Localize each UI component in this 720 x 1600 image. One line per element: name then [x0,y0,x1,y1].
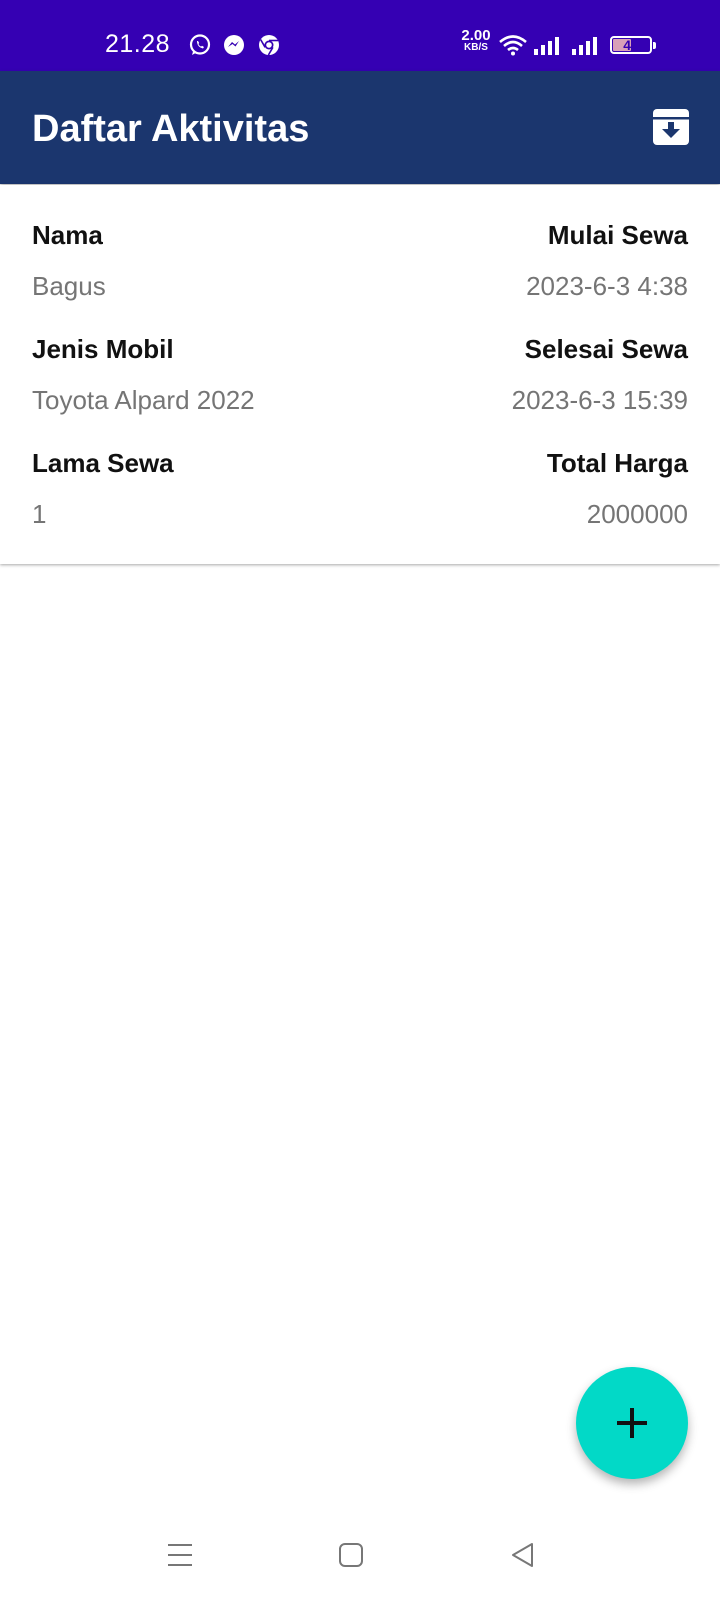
total-harga-label: Total Harga [546,448,688,478]
jenis-mobil-field: Jenis Mobil Toyota Alpard 2022 [32,334,255,416]
chrome-icon [259,35,279,56]
network-speed: 2.00 KB/S [458,27,494,54]
nama-value: Bagus [32,271,106,301]
archive-download-icon[interactable] [652,108,690,146]
mulai-sewa-value: 2023-6-3 4:38 [526,271,688,301]
jenis-mobil-label: Jenis Mobil [32,334,174,364]
lama-sewa-value: 1 [32,499,47,529]
battery-level: 49 [623,37,639,53]
battery-tip [653,42,656,49]
whatsapp-icon [189,34,211,55]
activity-card[interactable]: Nama Bagus Mulai Sewa 2023-6-3 4:38 Jeni… [0,185,720,564]
wifi-icon [499,35,527,56]
menu-icon[interactable] [165,1540,195,1570]
system-nav-bar [0,1520,720,1600]
add-activity-button[interactable] [576,1367,688,1479]
total-harga-field: Total Harga 2000000 [547,448,688,530]
lama-sewa-field: Lama Sewa 1 [32,448,174,530]
mulai-sewa-field: Mulai Sewa 2023-6-3 4:38 [526,220,688,302]
selesai-sewa-field: Selesai Sewa 2023-6-3 15:39 [512,334,688,416]
messenger-icon [224,35,244,55]
plus-icon-vertical [630,1408,634,1438]
status-time: 21.28 [105,30,171,58]
app-bar: Daftar Aktivitas [0,71,720,184]
selesai-sewa-value: 2023-6-3 15:39 [511,385,688,415]
total-harga-value: 2000000 [586,499,688,529]
home-icon[interactable] [336,1540,366,1570]
status-bar: 21.28 2.00 KB/S 49 [0,0,720,71]
nama-label: Nama [32,220,103,250]
nama-field: Nama Bagus [32,220,106,302]
jenis-mobil-value: Toyota Alpard 2022 [32,385,255,415]
signal-icon [572,37,597,55]
lama-sewa-label: Lama Sewa [32,448,174,478]
selesai-sewa-label: Selesai Sewa [524,334,688,364]
battery-icon: 49 [610,36,656,54]
signal-icon [534,37,559,55]
network-speed-value: 2.00 [461,27,491,44]
mulai-sewa-label: Mulai Sewa [547,220,688,250]
back-icon[interactable] [508,1540,538,1570]
page-title: Daftar Aktivitas [32,108,310,150]
